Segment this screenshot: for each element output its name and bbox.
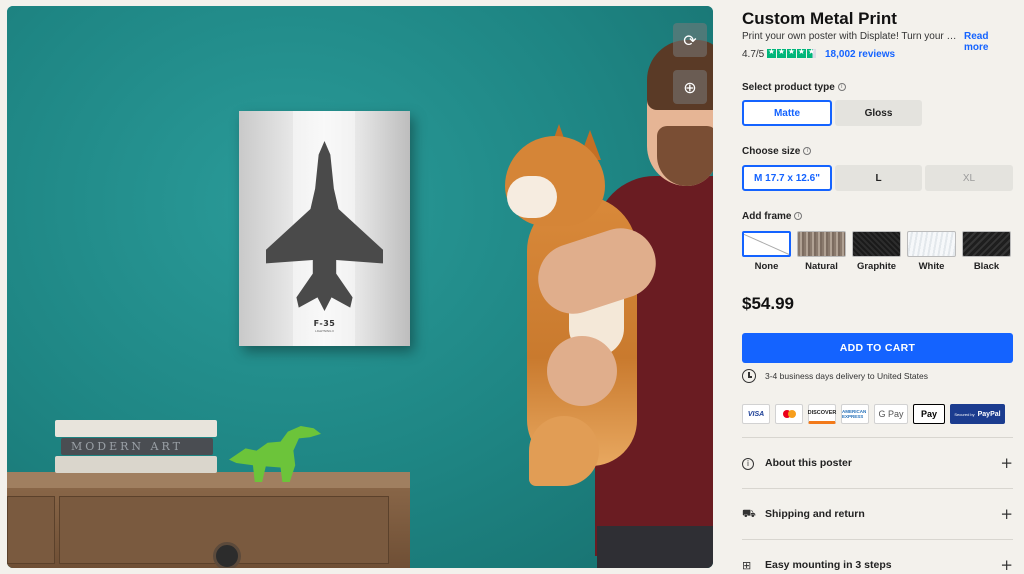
star-icon <box>777 47 786 58</box>
accordion-about-poster[interactable]: i About this poster + <box>742 437 1013 488</box>
person-beard <box>657 126 713 186</box>
poster-title: F-35 <box>313 319 336 328</box>
paypal-secured-text: Secured by <box>954 411 975 417</box>
apple-pay-icon: Pay <box>913 404 945 424</box>
accordion-easy-mounting[interactable]: ⊞ Easy mounting in 3 steps + <box>742 539 1013 574</box>
zoom-in-icon[interactable]: ⊕ <box>673 70 707 104</box>
person-pants <box>597 526 713 568</box>
size-option-m[interactable]: M 17.7 x 12.6" <box>742 165 832 191</box>
frame-label-natural: Natural <box>805 261 838 272</box>
frame-swatch-black <box>962 231 1011 257</box>
product-type-label: Select product type i <box>742 82 846 93</box>
read-more-link[interactable]: Read more <box>964 31 1014 53</box>
book-spine-text: MODERN ART <box>71 440 183 453</box>
books: MODERN ART <box>55 420 217 474</box>
product-page: F-35 LIGHTNING II MODERN ART ⟳ ⊕ Custom … <box>0 0 1024 574</box>
truck-icon: ⛟ <box>742 506 756 520</box>
refresh-icon[interactable]: ⟳ <box>673 23 707 57</box>
dog-face <box>507 176 557 218</box>
dresser <box>7 472 410 568</box>
plus-icon: + <box>1000 454 1013 472</box>
frame-options: None Natural Graphite White Black <box>742 231 1011 272</box>
dresser-knob <box>213 542 241 568</box>
mount-icon: ⊞ <box>742 558 752 572</box>
accordion-label: About this poster <box>765 457 852 469</box>
frame-label-graphite: Graphite <box>856 261 897 272</box>
product-description: Print your own poster with Displate! Tur… <box>742 31 957 42</box>
mastercard-icon <box>775 404 803 424</box>
product-type-options: Matte Gloss <box>742 100 922 126</box>
size-label-text: Choose size <box>742 146 801 157</box>
frame-label-black: Black <box>973 261 1000 272</box>
product-hero-image[interactable]: F-35 LIGHTNING II MODERN ART ⟳ ⊕ <box>7 6 713 568</box>
frame-option-none[interactable]: None <box>742 231 791 272</box>
type-option-gloss[interactable]: Gloss <box>835 100 922 126</box>
frame-label-none: None <box>754 261 779 272</box>
payment-methods: VISA DISCOVER AMERICAN EXPRESS G Pay Pay… <box>742 404 1005 424</box>
accordion-label: Shipping and return <box>765 508 865 520</box>
person-hand <box>547 336 617 406</box>
frame-swatch-none <box>742 231 791 257</box>
product-details-panel: Custom Metal Print Print your own poster… <box>742 0 1014 574</box>
jet-poster: F-35 LIGHTNING II <box>239 111 410 346</box>
product-type-label-text: Select product type <box>742 82 835 93</box>
plus-icon: + <box>1000 505 1013 523</box>
info-icon[interactable]: i <box>837 83 846 92</box>
frame-swatch-graphite <box>852 231 901 257</box>
star-half-icon <box>807 47 816 58</box>
rating-value: 4.7/5 <box>742 49 765 60</box>
frame-swatch-white <box>907 231 956 257</box>
google-pay-icon: G Pay <box>874 404 908 424</box>
delivery-info: 3-4 business days delivery to United Sta… <box>742 369 928 383</box>
plus-icon: + <box>1000 556 1013 574</box>
info-icon[interactable]: i <box>794 212 803 221</box>
size-options: M 17.7 x 12.6" L XL <box>742 165 1013 191</box>
frame-label-text: Add frame <box>742 211 792 222</box>
frame-label: Add frame i <box>742 211 803 222</box>
size-option-l[interactable]: L <box>835 165 922 191</box>
star-icon <box>797 47 806 58</box>
amex-icon: AMERICAN EXPRESS <box>841 404 869 424</box>
size-option-xl[interactable]: XL <box>925 165 1013 191</box>
info-icon[interactable]: i <box>803 147 812 156</box>
frame-option-graphite[interactable]: Graphite <box>852 231 901 272</box>
add-to-cart-button[interactable]: ADD TO CART <box>742 333 1013 363</box>
delivery-text: 3-4 business days delivery to United Sta… <box>765 371 929 381</box>
reviews-link[interactable]: 18,002 reviews <box>825 49 895 60</box>
type-option-matte[interactable]: Matte <box>742 100 832 126</box>
product-price: $54.99 <box>742 294 794 313</box>
frame-label-white: White <box>918 261 945 272</box>
apple-pay-text: Pay <box>920 409 937 419</box>
size-label: Choose size i <box>742 146 812 157</box>
star-icon <box>787 47 796 58</box>
paypal-text: PayPal <box>977 410 1001 418</box>
jet-illustration <box>266 141 383 311</box>
paypal-icon: Secured by PayPal <box>950 404 1005 424</box>
discover-icon: DISCOVER <box>808 404 836 424</box>
info-icon: i <box>742 456 755 470</box>
accordion-label: Easy mounting in 3 steps <box>765 559 892 571</box>
star-icon <box>767 47 776 58</box>
frame-option-natural[interactable]: Natural <box>797 231 846 272</box>
poster-subtitle: LIGHTNING II <box>315 329 334 333</box>
frame-swatch-natural <box>797 231 846 257</box>
accordion-shipping-return[interactable]: ⛟ Shipping and return + <box>742 488 1013 539</box>
dog-tail <box>529 416 599 486</box>
product-title: Custom Metal Print <box>742 9 897 28</box>
rating-stars <box>767 47 816 58</box>
visa-icon: VISA <box>742 404 770 424</box>
frame-option-black[interactable]: Black <box>962 231 1011 272</box>
clock-icon <box>742 369 756 383</box>
frame-option-white[interactable]: White <box>907 231 956 272</box>
